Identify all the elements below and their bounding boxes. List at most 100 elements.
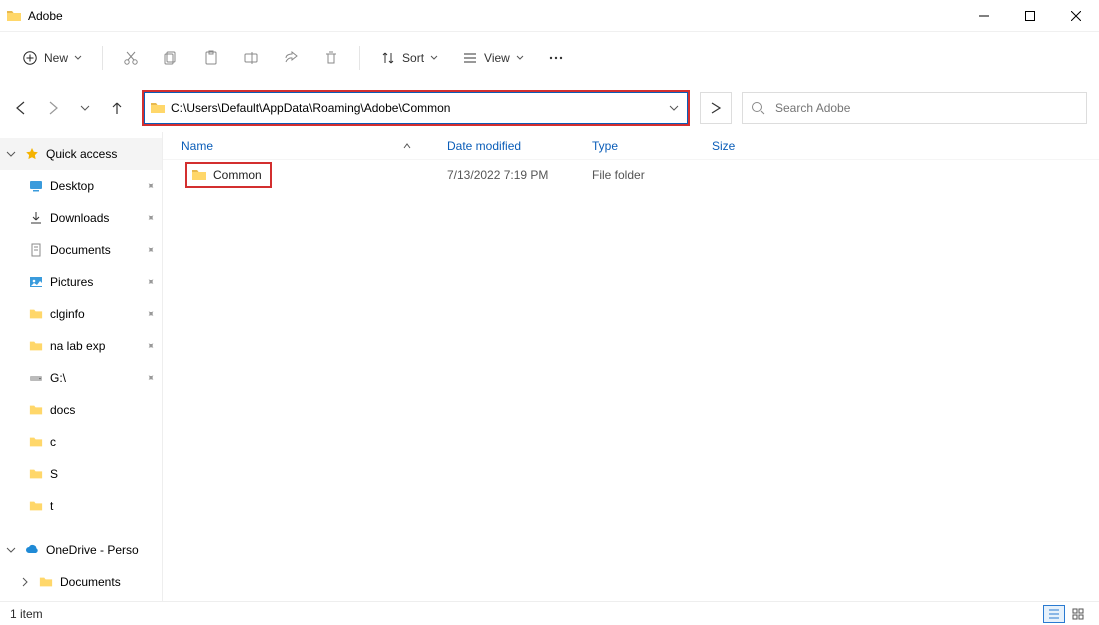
sidebar-item-label: Downloads (50, 211, 109, 225)
folder-icon (38, 574, 54, 590)
chevron-down-icon (430, 54, 438, 62)
sort-button[interactable]: Sort (370, 41, 448, 75)
maximize-button[interactable] (1007, 0, 1053, 32)
cut-button[interactable] (113, 41, 149, 75)
titlebar: Adobe (0, 0, 1099, 32)
row-highlight: Common (185, 162, 272, 188)
ellipsis-icon (548, 50, 564, 66)
sort-label: Sort (402, 51, 424, 65)
toolbar: New Sort View (0, 32, 1099, 84)
column-header-size[interactable]: Size (694, 139, 774, 153)
plus-icon (22, 50, 38, 66)
rename-button[interactable] (233, 41, 269, 75)
column-header-name[interactable]: Name (163, 139, 429, 153)
folder-icon (28, 338, 44, 354)
file-row[interactable]: Common 7/13/2022 7:19 PM File folder (163, 160, 1099, 190)
up-button[interactable] (108, 99, 126, 117)
folder-icon (6, 8, 22, 24)
column-header-type[interactable]: Type (574, 139, 694, 153)
search-box[interactable] (742, 92, 1087, 124)
status-bar: 1 item (0, 601, 1099, 625)
cell-date: 7/13/2022 7:19 PM (429, 168, 574, 182)
sidebar: Quick access Desktop ✦ Downloads ✦ Docum… (0, 132, 163, 601)
details-view-button[interactable] (1043, 605, 1065, 623)
paste-button[interactable] (193, 41, 229, 75)
minimize-button[interactable] (961, 0, 1007, 32)
sidebar-item-gdrive[interactable]: G:\ ✦ (0, 362, 162, 394)
cell-name: Common (163, 162, 429, 188)
sidebar-item-t[interactable]: t (0, 490, 162, 522)
sidebar-item-documents[interactable]: Documents ✦ (0, 234, 162, 266)
column-header-date[interactable]: Date modified (429, 139, 574, 153)
sidebar-quick-access[interactable]: Quick access (0, 138, 162, 170)
sidebar-item-label: docs (50, 403, 75, 417)
sidebar-item-downloads[interactable]: Downloads ✦ (0, 202, 162, 234)
address-input[interactable] (171, 93, 659, 123)
go-button[interactable] (700, 92, 732, 124)
sidebar-item-clginfo[interactable]: clginfo ✦ (0, 298, 162, 330)
folder-icon (28, 498, 44, 514)
pin-icon: ✦ (143, 371, 157, 385)
chevron-right-icon (18, 577, 32, 587)
star-icon (24, 146, 40, 162)
folder-icon (28, 466, 44, 482)
cloud-icon (24, 542, 40, 558)
status-count: 1 item (10, 607, 43, 621)
folder-icon (28, 306, 44, 322)
column-label: Type (592, 139, 618, 153)
window-controls (961, 0, 1099, 32)
large-icons-view-button[interactable] (1067, 605, 1089, 623)
main-area: Quick access Desktop ✦ Downloads ✦ Docum… (0, 132, 1099, 601)
separator (102, 46, 103, 70)
sort-icon (380, 50, 396, 66)
sidebar-item-nalabexp[interactable]: na lab exp ✦ (0, 330, 162, 362)
more-button[interactable] (538, 41, 574, 75)
rename-icon (243, 50, 259, 66)
forward-button[interactable] (44, 99, 62, 117)
sidebar-item-label: na lab exp (50, 339, 105, 353)
search-input[interactable] (773, 100, 1078, 116)
new-label: New (44, 51, 68, 65)
sidebar-item-s[interactable]: S (0, 458, 162, 490)
view-label: View (484, 51, 510, 65)
sidebar-item-desktop[interactable]: Desktop ✦ (0, 170, 162, 202)
folder-icon (28, 434, 44, 450)
back-button[interactable] (12, 99, 30, 117)
sidebar-item-docs[interactable]: docs (0, 394, 162, 426)
column-label: Name (181, 139, 213, 153)
separator (359, 46, 360, 70)
share-icon (283, 50, 299, 66)
folder-icon (145, 100, 171, 116)
chevron-down-icon (4, 149, 18, 159)
sidebar-onedrive[interactable]: OneDrive - Perso (0, 534, 162, 566)
sidebar-item-c[interactable]: c (0, 426, 162, 458)
address-bar[interactable] (144, 92, 688, 124)
address-history-button[interactable] (659, 103, 687, 113)
sidebar-onedrive-documents[interactable]: Documents (0, 566, 162, 598)
sidebar-item-label: c (50, 435, 56, 449)
content-pane: Name Date modified Type Size Common 7/13… (163, 132, 1099, 601)
close-button[interactable] (1053, 0, 1099, 32)
sidebar-label: OneDrive - Perso (46, 543, 139, 557)
chevron-down-icon (4, 545, 18, 555)
view-icon (462, 50, 478, 66)
sidebar-item-label: S (50, 467, 58, 481)
search-icon (751, 101, 765, 115)
sidebar-item-label: G:\ (50, 371, 66, 385)
folder-icon (28, 402, 44, 418)
paste-icon (203, 50, 219, 66)
pin-icon: ✦ (143, 179, 157, 193)
view-mode-switch (1043, 605, 1089, 623)
delete-button[interactable] (313, 41, 349, 75)
new-button[interactable]: New (12, 41, 92, 75)
sidebar-item-pictures[interactable]: Pictures ✦ (0, 266, 162, 298)
sidebar-item-label: Pictures (50, 275, 93, 289)
view-button[interactable]: View (452, 41, 534, 75)
sort-indicator-icon (403, 142, 411, 150)
sidebar-item-label: t (50, 499, 53, 513)
share-button[interactable] (273, 41, 309, 75)
copy-button[interactable] (153, 41, 189, 75)
recent-locations-button[interactable] (76, 99, 94, 117)
drive-icon (28, 370, 44, 386)
desktop-icon (28, 178, 44, 194)
